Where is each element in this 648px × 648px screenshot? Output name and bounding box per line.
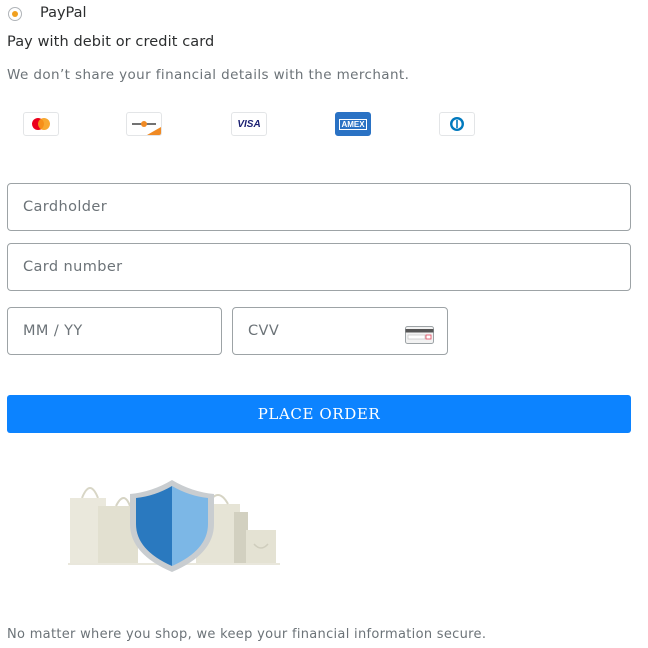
security-shield-icon [68, 480, 280, 572]
cardholder-placeholder: Cardholder [23, 199, 108, 215]
mastercard-logo [23, 112, 59, 136]
cvv-input[interactable]: CVV [232, 307, 448, 355]
card-back-icon [405, 326, 434, 344]
discover-logo [126, 112, 162, 136]
diners-club-logo [439, 112, 475, 136]
card-number-input[interactable]: Card number [7, 243, 631, 291]
visa-logo: VISA [231, 112, 267, 136]
amex-logo: AMEX [335, 112, 371, 136]
cardholder-input[interactable]: Cardholder [7, 183, 631, 231]
card-number-placeholder: Card number [23, 259, 123, 275]
cvv-placeholder: CVV [248, 323, 280, 339]
expiry-placeholder: MM / YY [23, 323, 83, 339]
amex-logo-text: AMEX [339, 118, 367, 130]
card-payment-heading: Pay with debit or credit card [7, 34, 215, 50]
paypal-option-label[interactable]: PayPal [40, 5, 87, 21]
visa-logo-text: VISA [237, 118, 261, 130]
paypal-radio[interactable] [8, 7, 22, 21]
expiry-input[interactable]: MM / YY [7, 307, 222, 355]
security-note: No matter where you shop, we keep your f… [7, 627, 487, 642]
privacy-note: We don’t share your financial details wi… [7, 67, 410, 83]
place-order-button[interactable]: PLACE ORDER [7, 395, 631, 433]
